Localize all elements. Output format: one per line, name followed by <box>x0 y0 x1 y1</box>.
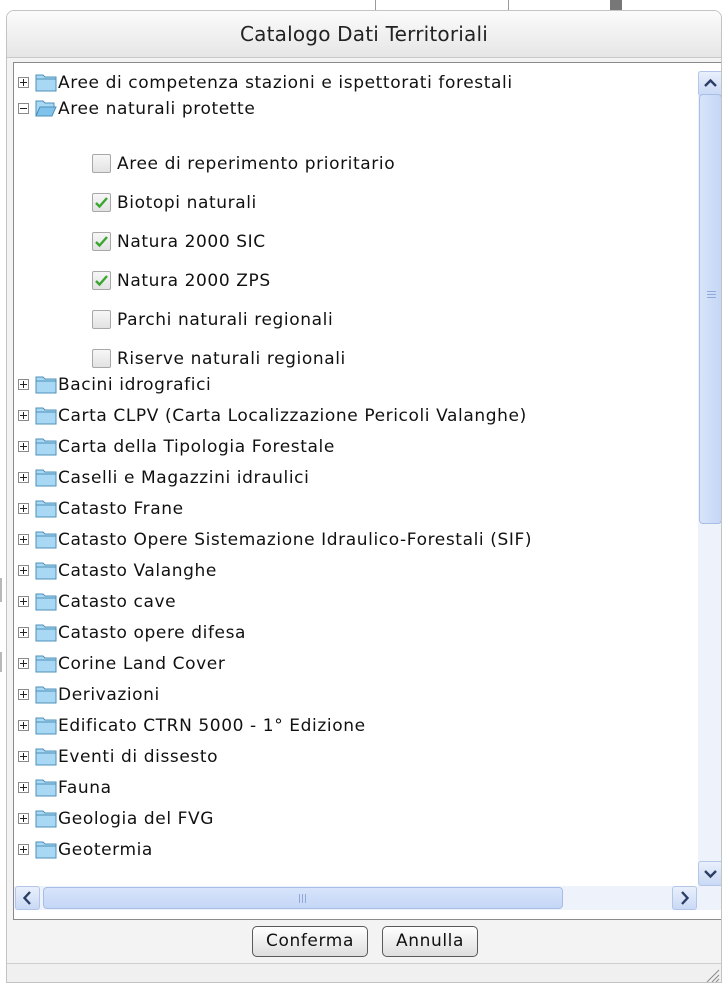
folder-closed-icon <box>35 841 57 859</box>
layer-checkbox[interactable] <box>92 349 111 368</box>
expand-plus-icon[interactable] <box>18 658 29 669</box>
tree-panel: Aree di competenza stazioni e ispettorat… <box>13 62 721 920</box>
expand-plus-icon[interactable] <box>18 596 29 607</box>
background-edge-mark <box>0 652 2 672</box>
tree-node-label: Carta CLPV (Carta Localizzazione Pericol… <box>58 405 527 426</box>
dialog-button-bar: Conferma Annulla <box>7 921 721 961</box>
folder-closed-icon <box>35 748 57 766</box>
layer-checkbox[interactable] <box>92 310 111 329</box>
tree-node-label: Bacini idrografici <box>58 374 212 395</box>
tree-node-label: Aree naturali protette <box>58 98 256 119</box>
expand-plus-icon[interactable] <box>18 844 29 855</box>
expand-plus-icon[interactable] <box>18 720 29 731</box>
expand-plus-icon[interactable] <box>18 441 29 452</box>
tree-node-label: Geologia del FVG <box>58 808 215 829</box>
tree-node-label: Corine Land Cover <box>58 653 226 674</box>
folder-closed-icon <box>35 407 57 425</box>
folder-closed-icon <box>35 531 57 549</box>
expand-plus-icon[interactable] <box>18 77 29 88</box>
layer-checkbox[interactable] <box>92 154 111 173</box>
chevron-right-icon <box>681 891 690 905</box>
tree-node-label: Catasto Opere Sistemazione Idraulico-For… <box>58 529 533 550</box>
tree-node-label: Aree di competenza stazioni e ispettorat… <box>58 72 513 93</box>
checkmark-icon <box>95 275 108 287</box>
tree-node-label: Catasto cave <box>58 591 177 612</box>
layer-label: Riserve naturali regionali <box>117 348 346 369</box>
expand-plus-icon[interactable] <box>18 689 29 700</box>
dialog-title: Catalogo Dati Territoriali <box>239 22 488 46</box>
horizontal-scroll-thumb[interactable] <box>43 887 563 909</box>
folder-closed-icon <box>35 593 57 611</box>
folder-closed-icon <box>35 810 57 828</box>
scroll-left-button[interactable] <box>15 886 40 910</box>
expand-plus-icon[interactable] <box>18 565 29 576</box>
folder-closed-icon <box>35 686 57 704</box>
tree-node-label: Carta della Tipologia Forestale <box>58 436 335 457</box>
expand-plus-icon[interactable] <box>18 782 29 793</box>
confirm-button[interactable]: Conferma <box>252 925 368 957</box>
expand-plus-icon[interactable] <box>18 472 29 483</box>
collapse-minus-icon[interactable] <box>18 103 29 114</box>
tree-node-label: Catasto opere difesa <box>58 622 247 643</box>
layer-label: Parchi naturali regionali <box>117 309 334 330</box>
folder-closed-icon <box>35 74 57 92</box>
scroll-down-button[interactable] <box>698 861 721 886</box>
tree-node-label: Geotermia <box>58 839 153 860</box>
layer-checkbox[interactable] <box>92 193 111 212</box>
expand-plus-icon[interactable] <box>18 503 29 514</box>
layer-checkbox[interactable] <box>92 271 111 290</box>
tree-node-label: Eventi di dissesto <box>58 746 219 767</box>
catalog-dialog: Catalogo Dati Territoriali Aree di compe… <box>6 10 722 983</box>
folder-open-icon <box>35 100 57 117</box>
vertical-scrollbar[interactable] <box>698 71 721 886</box>
folder-closed-icon <box>35 562 57 580</box>
expand-plus-icon[interactable] <box>18 379 29 390</box>
folder-closed-icon <box>35 376 57 394</box>
tree-node-label: Caselli e Magazzini idraulici <box>58 467 310 488</box>
expand-plus-icon[interactable] <box>18 410 29 421</box>
layer-checkbox[interactable] <box>92 232 111 251</box>
layer-tree: Aree di competenza stazioni e ispettorat… <box>14 63 694 886</box>
checkmark-icon <box>95 197 108 209</box>
folder-closed-icon <box>35 717 57 735</box>
layer-label: Natura 2000 ZPS <box>117 270 271 291</box>
layer-label: Natura 2000 SIC <box>117 231 266 252</box>
background-divider <box>508 0 509 10</box>
expand-plus-icon[interactable] <box>18 751 29 762</box>
folder-closed-icon <box>35 624 57 642</box>
folder-closed-icon <box>35 779 57 797</box>
tree-node-label: Edificato CTRN 5000 - 1° Edizione <box>58 715 366 736</box>
dialog-title-bar[interactable]: Catalogo Dati Territoriali <box>7 11 721 58</box>
expand-plus-icon[interactable] <box>18 813 29 824</box>
folder-closed-icon <box>35 655 57 673</box>
tree-node-label: Derivazioni <box>58 684 160 705</box>
resize-grip-icon[interactable] <box>704 967 720 983</box>
scroll-right-button[interactable] <box>672 886 697 910</box>
tree-node-label: Catasto Frane <box>58 498 184 519</box>
cancel-button[interactable]: Annulla <box>381 925 478 957</box>
dialog-status-bar <box>7 963 721 983</box>
expand-plus-icon[interactable] <box>18 627 29 638</box>
expand-plus-icon[interactable] <box>18 534 29 545</box>
layer-label: Biotopi naturali <box>117 192 257 213</box>
checkmark-icon <box>95 236 108 248</box>
tree-node-label: Fauna <box>58 777 112 798</box>
background-divider <box>610 0 622 10</box>
folder-closed-icon <box>35 438 57 456</box>
scroll-up-button[interactable] <box>698 71 721 96</box>
vertical-scroll-thumb[interactable] <box>699 94 721 524</box>
chevron-left-icon <box>22 891 31 905</box>
folder-closed-icon <box>35 469 57 487</box>
chevron-down-icon <box>704 870 717 879</box>
chevron-up-icon <box>704 78 717 87</box>
layer-label: Aree di reperimento prioritario <box>117 153 396 174</box>
tree-node-label: Catasto Valanghe <box>58 560 217 581</box>
folder-closed-icon <box>35 500 57 518</box>
background-divider <box>375 0 376 10</box>
background-edge-mark <box>0 578 2 602</box>
horizontal-scrollbar[interactable] <box>14 886 721 910</box>
